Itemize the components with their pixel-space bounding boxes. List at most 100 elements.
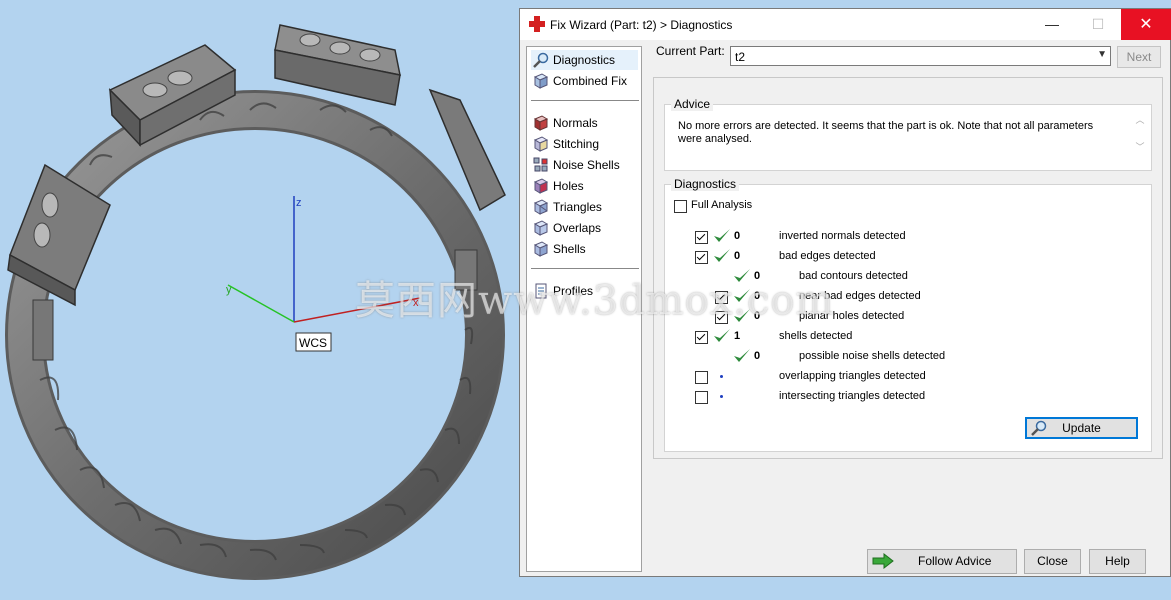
diagnostic-count: 0 <box>734 250 741 262</box>
diagnostic-count: 0 <box>754 310 761 322</box>
profiles-icon <box>535 283 547 299</box>
y-axis-label: y <box>226 284 232 296</box>
scroll-up-icon[interactable]: ︿ <box>1133 113 1147 126</box>
holes-cube-icon <box>533 178 549 194</box>
diagnostic-count: 0 <box>754 290 761 302</box>
chevron-down-icon: ▼ <box>1097 49 1107 60</box>
diagnostics-title: Diagnostics <box>671 177 740 191</box>
advice-scrollbar[interactable]: ︿ ﹀ <box>1133 113 1147 161</box>
diagnostic-checkbox[interactable] <box>695 391 708 404</box>
diagnostic-row: 0 near bad edges detected <box>665 289 1145 305</box>
ring-model: z y x WCS <box>5 24 506 580</box>
advice-title: Advice <box>671 97 714 111</box>
advice-text: No more errors are detected. It seems th… <box>678 120 1094 145</box>
diagnostic-row: 0 bad edges detected <box>665 249 1145 265</box>
window-title: Fix Wizard (Part: t2) > Diagnostics <box>550 18 733 32</box>
diagnostic-description: intersecting triangles detected <box>779 390 926 402</box>
diagnostic-description: overlapping triangles detected <box>779 370 926 382</box>
diagnostic-checkbox[interactable] <box>695 251 708 264</box>
triangles-cube-icon <box>533 199 549 215</box>
check-tick-icon <box>714 249 730 262</box>
nav-item-profiles[interactable]: Profiles <box>531 281 638 301</box>
diagnostic-row: intersecting triangles detected <box>665 389 1145 405</box>
nav-item-normals[interactable]: Normals <box>531 113 638 133</box>
check-tick-icon <box>714 329 730 342</box>
scroll-down-icon[interactable]: ﹀ <box>1133 140 1147 153</box>
nav-item-overlaps[interactable]: Overlaps <box>531 218 638 238</box>
diagnostic-description: shells detected <box>779 330 853 342</box>
diagnostic-count: 0 <box>754 350 761 362</box>
diagnostic-row: 0 planar holes detected <box>665 309 1145 325</box>
diagnostic-count: 0 <box>754 270 761 282</box>
nav-divider <box>531 100 639 101</box>
magnifier-icon <box>533 52 549 68</box>
diagnostic-checkbox[interactable] <box>695 231 708 244</box>
nav-item-noise-shells[interactable]: Noise Shells <box>531 155 638 175</box>
minimize-button[interactable]: — <box>1029 9 1075 40</box>
check-tick-icon <box>734 269 750 282</box>
diagnostic-description: near bad edges detected <box>799 290 921 302</box>
noise-shells-icon <box>533 157 548 172</box>
title-bar[interactable]: Fix Wizard (Part: t2) > Diagnostics — ☐ … <box>520 9 1171 40</box>
diagnostic-row: 0 inverted normals detected <box>665 229 1145 245</box>
stitching-cube-icon <box>533 136 549 152</box>
diagnostic-row: 0 bad contours detected <box>665 269 1145 285</box>
diagnostic-checkbox[interactable] <box>715 291 728 304</box>
current-part-value: t2 <box>735 50 746 64</box>
check-tick-icon <box>734 289 750 302</box>
advice-group: Advice No more errors are detected. It s… <box>664 97 1152 171</box>
y-axis <box>227 284 295 323</box>
shells-cube-icon <box>533 241 549 257</box>
next-button[interactable]: Next <box>1117 46 1161 68</box>
nav-item-shells[interactable]: Shells <box>531 239 638 259</box>
follow-advice-label: Follow Advice <box>918 554 992 568</box>
magnifier-icon <box>1031 420 1047 436</box>
diagnostic-checkbox[interactable] <box>715 311 728 324</box>
follow-advice-button[interactable]: Follow Advice <box>867 549 1017 574</box>
check-tick-icon <box>734 309 750 322</box>
x-axis-label: x <box>413 297 419 309</box>
update-button[interactable]: Update <box>1025 417 1138 439</box>
diagnostic-row: overlapping triangles detected <box>665 369 1145 385</box>
x-axis <box>293 297 421 323</box>
nav-item-stitching[interactable]: Stitching <box>531 134 638 154</box>
nav-item-combined-fix[interactable]: Combined Fix <box>531 71 638 91</box>
help-button[interactable]: Help <box>1089 549 1146 574</box>
nav-item-holes[interactable]: Holes <box>531 176 638 196</box>
full-analysis-label: Full Analysis <box>691 199 753 211</box>
update-label: Update <box>1062 421 1101 435</box>
pending-dot-icon <box>720 395 723 398</box>
close-button[interactable]: Close <box>1024 549 1081 574</box>
cube-icon <box>533 73 549 89</box>
current-part-select[interactable]: t2 ▼ <box>730 46 1111 66</box>
diagnostic-description: possible noise shells detected <box>799 350 946 362</box>
diagnostic-row: 1 shells detected <box>665 329 1145 345</box>
diagnostic-description: planar holes detected <box>799 310 905 322</box>
normals-cube-icon <box>533 115 549 131</box>
diagnostic-checkbox[interactable] <box>695 371 708 384</box>
nav-item-triangles[interactable]: Triangles <box>531 197 638 217</box>
z-axis-label: z <box>296 197 302 209</box>
check-tick-icon <box>714 229 730 242</box>
diagnostic-description: inverted normals detected <box>779 230 906 242</box>
nav-divider <box>531 268 639 269</box>
maximize-button[interactable]: ☐ <box>1075 9 1121 40</box>
arrow-right-icon <box>872 553 894 569</box>
pending-dot-icon <box>720 375 723 378</box>
diagnostic-description: bad contours detected <box>799 270 908 282</box>
nav-item-diagnostics[interactable]: Diagnostics <box>531 50 638 70</box>
check-tick-icon <box>734 349 750 362</box>
diagnostic-checkbox[interactable] <box>695 331 708 344</box>
overlaps-cube-icon <box>533 220 549 236</box>
diagnostics-group: Diagnostics Full Analysis 0 inverted norm… <box>664 177 1152 452</box>
3d-viewport[interactable]: z y x WCS <box>0 0 520 597</box>
fix-wizard-window: Fix Wizard (Part: t2) > Diagnostics — ☐ … <box>519 8 1171 577</box>
current-part-label: Current Part: <box>656 44 725 58</box>
full-analysis-checkbox[interactable] <box>674 200 687 213</box>
diagnostic-description: bad edges detected <box>779 250 876 262</box>
wizard-nav: Diagnostics Combined Fix Normals Stitchi… <box>526 46 642 572</box>
diagnostics-panel: Advice No more errors are detected. It s… <box>653 77 1163 459</box>
medical-cross-icon <box>529 16 545 32</box>
wcs-label: WCS <box>299 336 327 350</box>
window-close-button[interactable]: ✕ <box>1121 9 1171 40</box>
